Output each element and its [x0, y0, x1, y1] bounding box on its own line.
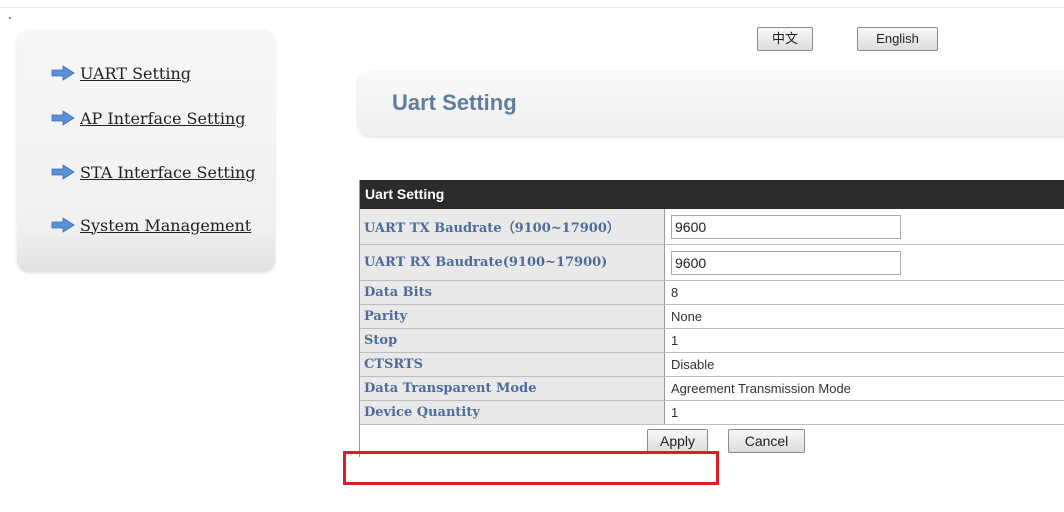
sidebar-item-ap-interface-setting[interactable]: AP Interface Setting — [51, 107, 246, 129]
page: 中文 English UART Setting AP Interface Set… — [0, 0, 1064, 512]
row-label: Parity — [360, 305, 665, 328]
sidebar-item-label: AP Interface Setting — [80, 108, 246, 128]
sidebar: UART Setting AP Interface Setting STA In… — [17, 30, 275, 272]
arrow-right-icon — [51, 110, 75, 126]
page-title: Uart Setting — [392, 90, 517, 115]
sidebar-item-uart-setting[interactable]: UART Setting — [51, 62, 191, 84]
table-header: Uart Setting — [360, 180, 1064, 209]
row-label: CTSRTS — [360, 353, 665, 376]
row-label: Stop — [360, 329, 665, 352]
row-value-cell — [665, 245, 1064, 280]
table-row-tx-baudrate: UART TX Baudrate（9100~17900） — [360, 209, 1064, 245]
tx-baudrate-input[interactable] — [671, 214, 901, 239]
corner-mark — [9, 17, 11, 19]
stop-bits-value: 1 — [665, 329, 1064, 352]
transparent-mode-value: Agreement Transmission Mode — [665, 377, 1064, 400]
sidebar-item-sta-interface-setting[interactable]: STA Interface Setting — [51, 161, 256, 183]
row-label: UART RX Baudrate(9100~17900) — [360, 245, 665, 280]
chinese-language-button[interactable]: 中文 — [757, 27, 813, 51]
top-divider — [0, 7, 1064, 8]
ctsrts-value: Disable — [665, 353, 1064, 376]
sidebar-item-system-management[interactable]: System Management — [51, 214, 251, 236]
row-label: Data Transparent Mode — [360, 377, 665, 400]
arrow-right-icon — [51, 217, 75, 233]
table-row-data-bits: Data Bits 8 — [360, 281, 1064, 305]
apply-button[interactable]: Apply — [647, 429, 708, 453]
table-row-ctsrts: CTSRTS Disable — [360, 353, 1064, 377]
row-label: Device Quantity — [360, 401, 665, 424]
arrow-right-icon — [51, 65, 75, 81]
rx-baudrate-input[interactable] — [671, 250, 901, 275]
sidebar-item-label: UART Setting — [80, 63, 192, 83]
device-quantity-value: 1 — [665, 401, 1064, 424]
settings-table: Uart Setting UART TX Baudrate（9100~17900… — [359, 180, 1064, 457]
table-row-stop: Stop 1 — [360, 329, 1064, 353]
row-label: UART TX Baudrate（9100~17900） — [360, 209, 665, 244]
sidebar-item-label: STA Interface Setting — [80, 162, 256, 182]
sidebar-item-label: System Management — [80, 215, 252, 235]
table-row-transparent-mode: Data Transparent Mode Agreement Transmis… — [360, 377, 1064, 401]
table-row-parity: Parity None — [360, 305, 1064, 329]
cancel-button[interactable]: Cancel — [728, 429, 805, 453]
row-value-cell — [665, 209, 1064, 244]
page-title-card: Uart Setting — [358, 72, 1064, 136]
arrow-right-icon — [51, 164, 75, 180]
english-language-button[interactable]: English — [857, 27, 938, 51]
table-row-device-quantity: Device Quantity 1 — [360, 401, 1064, 425]
action-row: Apply Cancel — [360, 425, 1064, 457]
parity-value: None — [665, 305, 1064, 328]
data-bits-value: 8 — [665, 281, 1064, 304]
row-label: Data Bits — [360, 281, 665, 304]
table-row-rx-baudrate: UART RX Baudrate(9100~17900) — [360, 245, 1064, 281]
